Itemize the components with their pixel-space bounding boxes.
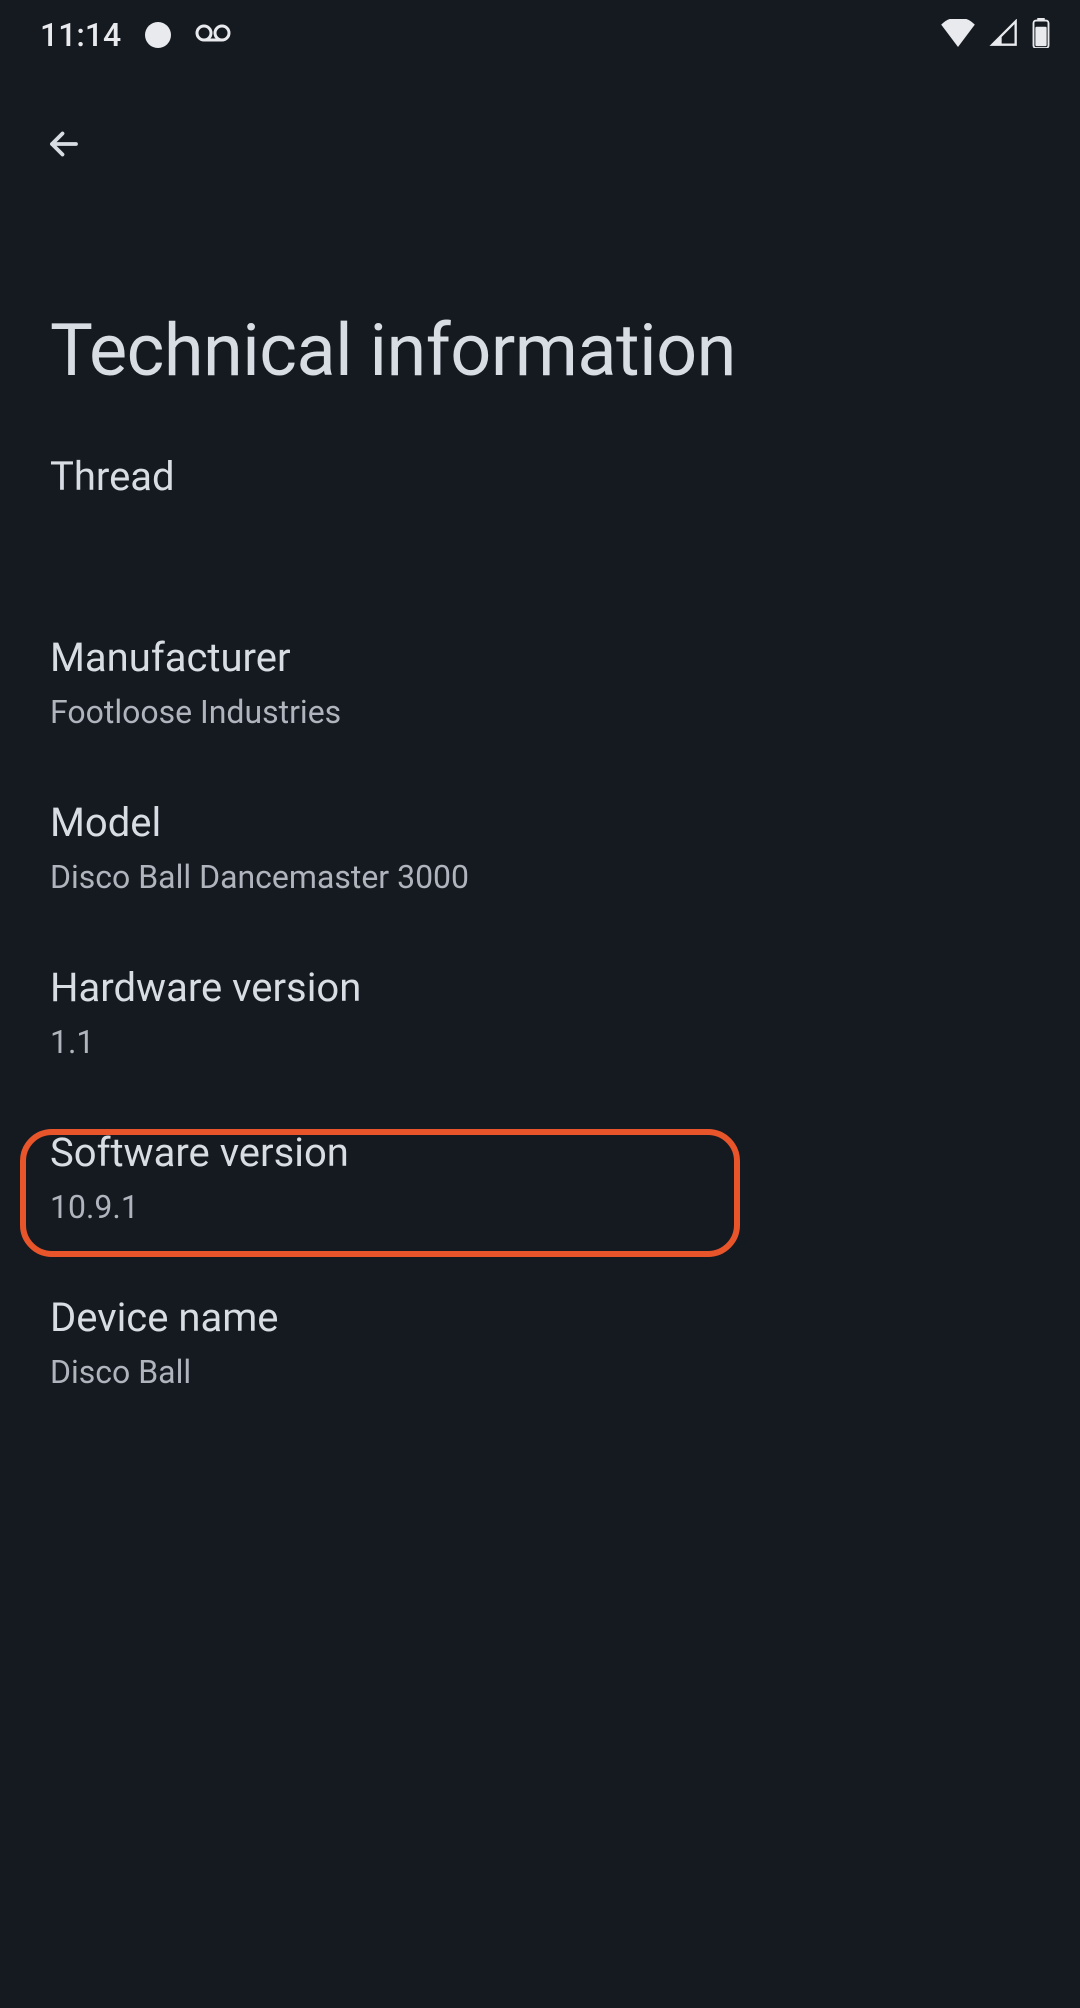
info-item-software-version[interactable]: Software version 10.9.1 bbox=[0, 1095, 1080, 1260]
info-value: Disco Ball bbox=[50, 1353, 1030, 1391]
info-item-manufacturer[interactable]: Manufacturer Footloose Industries bbox=[0, 600, 1080, 765]
section-label: Thread bbox=[0, 453, 1080, 600]
info-title: Model bbox=[50, 799, 1030, 846]
info-item-device-name[interactable]: Device name Disco Ball bbox=[0, 1260, 1080, 1425]
info-title: Device name bbox=[50, 1294, 1030, 1341]
status-bar-left: 11:14 bbox=[40, 16, 231, 54]
info-value: Footloose Industries bbox=[50, 693, 1030, 731]
info-title: Hardware version bbox=[50, 964, 1030, 1011]
cellular-signal-icon bbox=[988, 19, 1020, 51]
back-button[interactable] bbox=[40, 120, 88, 168]
voicemail-icon bbox=[195, 23, 231, 47]
info-title: Software version bbox=[50, 1129, 1030, 1176]
status-bar-right bbox=[940, 18, 1050, 52]
status-time: 11:14 bbox=[40, 16, 121, 54]
app-header bbox=[0, 70, 1080, 168]
info-value: 10.9.1 bbox=[50, 1188, 1030, 1226]
page-title: Technical information bbox=[0, 168, 1080, 453]
info-item-hardware-version[interactable]: Hardware version 1.1 bbox=[0, 930, 1080, 1095]
info-title: Manufacturer bbox=[50, 634, 1030, 681]
status-bar: 11:14 bbox=[0, 0, 1080, 70]
info-value: 1.1 bbox=[50, 1023, 1030, 1061]
wifi-icon bbox=[940, 19, 976, 51]
battery-icon bbox=[1032, 18, 1050, 52]
recording-indicator-icon bbox=[145, 22, 171, 48]
info-value: Disco Ball Dancemaster 3000 bbox=[50, 858, 1030, 896]
info-item-model[interactable]: Model Disco Ball Dancemaster 3000 bbox=[0, 765, 1080, 930]
